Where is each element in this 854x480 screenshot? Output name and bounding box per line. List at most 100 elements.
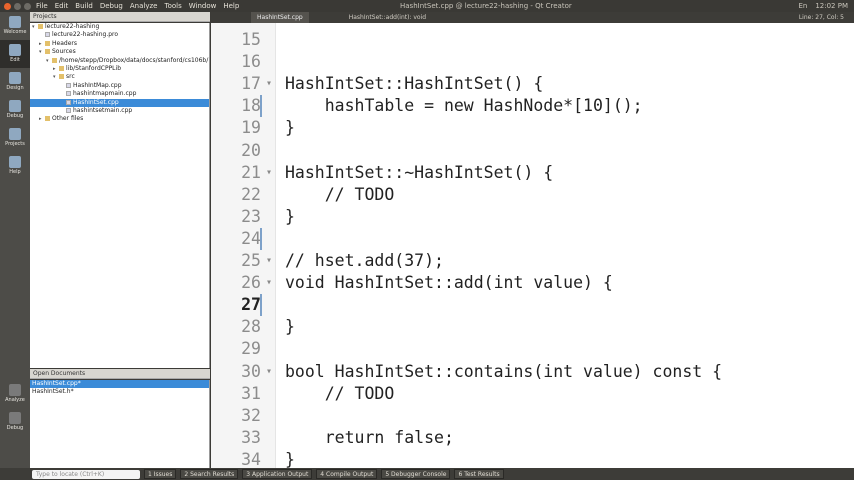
code-line[interactable]: 29 bbox=[211, 338, 854, 360]
output-pane-button[interactable]: 3 Application Output bbox=[242, 469, 313, 479]
line-number: 24 bbox=[241, 228, 261, 248]
fold-toggle-icon[interactable]: ▾ bbox=[266, 162, 272, 184]
run-debug-button[interactable]: Debug bbox=[0, 408, 30, 436]
projects-pane-header[interactable]: Projects bbox=[30, 12, 210, 22]
fold-toggle-icon[interactable]: ▾ bbox=[266, 250, 272, 272]
code-line[interactable]: 21 ▾ HashIntSet::~HashIntSet() { bbox=[211, 162, 854, 184]
code-text: // hset.add(37); bbox=[285, 251, 444, 270]
minimize-window-button[interactable] bbox=[14, 2, 21, 10]
tree-item-label: src bbox=[66, 73, 75, 81]
function-selector[interactable]: HashIntSet::add(int): void bbox=[349, 14, 426, 21]
code-line[interactable]: 34} bbox=[211, 449, 854, 468]
line-number: 32 bbox=[241, 405, 261, 425]
fold-toggle-icon[interactable]: ▾ bbox=[266, 73, 272, 95]
code-text: return false; bbox=[285, 427, 454, 447]
code-line[interactable]: 23} bbox=[211, 206, 854, 228]
keyboard-layout-indicator[interactable]: En bbox=[798, 2, 807, 10]
code-line[interactable]: 33 return false; bbox=[211, 427, 854, 449]
line-number: 20 bbox=[241, 140, 261, 160]
folder-icon bbox=[59, 65, 64, 71]
change-marker bbox=[260, 227, 262, 250]
tree-item[interactable]: HashIntMap.cpp bbox=[30, 82, 209, 90]
output-pane-button[interactable]: 4 Compile Output bbox=[316, 469, 378, 479]
code-editor[interactable]: 15 16 17 ▾ HashIntSet::HashIntSet() {18 hash… bbox=[211, 23, 854, 468]
open-documents-header[interactable]: Open Documents bbox=[30, 369, 210, 379]
code-line[interactable]: 20 bbox=[211, 140, 854, 162]
line-number: 17 bbox=[241, 74, 261, 94]
open-document-item[interactable]: HashIntSet.cpp* bbox=[30, 380, 209, 388]
open-document-item[interactable]: HashIntSet.h* bbox=[30, 388, 209, 396]
mode-projects[interactable]: Projects bbox=[0, 124, 30, 152]
code-line[interactable]: 17 ▾ HashIntSet::HashIntSet() { bbox=[211, 73, 854, 95]
tree-item-label: hashintsetmain.cpp bbox=[73, 106, 133, 114]
fold-toggle-icon[interactable]: ▾ bbox=[266, 272, 272, 294]
mode-welcome[interactable]: Welcome bbox=[0, 12, 30, 40]
tree-item[interactable]: lecture22-hashing.pro bbox=[30, 31, 209, 39]
tree-item[interactable]: hashintmapmain.cpp bbox=[30, 90, 209, 98]
change-marker bbox=[260, 294, 262, 317]
code-line[interactable]: 32 bbox=[211, 405, 854, 427]
code-line[interactable]: 25 ▾ // hset.add(37); bbox=[211, 250, 854, 272]
maximize-window-button[interactable] bbox=[24, 2, 31, 10]
menu-edit[interactable]: Edit bbox=[55, 2, 69, 10]
mode-label: Welcome bbox=[3, 29, 27, 35]
code-line[interactable]: 31 // TODO bbox=[211, 383, 854, 405]
mode-label: Debug bbox=[6, 425, 24, 431]
tree-item[interactable]: ▾ lecture22-hashing bbox=[30, 23, 209, 31]
menu-items: File Edit Build Debug Analyze Tools Window Help bbox=[36, 2, 239, 10]
output-pane-button[interactable]: 6 Test Results bbox=[454, 469, 504, 479]
menu-analyze[interactable]: Analyze bbox=[130, 2, 158, 10]
menu-help[interactable]: Help bbox=[223, 2, 239, 10]
line-number: 31 bbox=[241, 383, 261, 403]
menu-file[interactable]: File bbox=[36, 2, 48, 10]
line-number: 26 bbox=[241, 273, 261, 293]
code-line[interactable]: 27 bbox=[211, 294, 854, 317]
line-number: 23 bbox=[241, 206, 261, 226]
window-controls bbox=[0, 2, 36, 10]
menu-tools[interactable]: Tools bbox=[164, 2, 181, 10]
editor-file-tab[interactable]: HashIntSet.cpp bbox=[251, 12, 309, 23]
code-line[interactable]: 22 // TODO bbox=[211, 184, 854, 206]
code-line[interactable]: 19} bbox=[211, 117, 854, 139]
tree-item[interactable]: ▾ Sources bbox=[30, 48, 209, 56]
run-analyze-button[interactable]: Analyze bbox=[0, 380, 30, 408]
code-line[interactable]: 26 ▾ void HashIntSet::add(int value) { bbox=[211, 272, 854, 294]
mode-help[interactable]: Help bbox=[0, 152, 30, 180]
menu-build[interactable]: Build bbox=[75, 2, 93, 10]
line-number: 30 bbox=[241, 361, 261, 381]
code-line[interactable]: 24 bbox=[211, 227, 854, 250]
tree-item-label: lecture22-hashing.pro bbox=[52, 31, 119, 39]
folder-icon bbox=[45, 116, 50, 122]
code-line[interactable]: 30 ▾ bool HashIntSet::contains(int value) … bbox=[211, 361, 854, 383]
tree-item[interactable]: ▾ src bbox=[30, 73, 209, 81]
code-text: hashTable = new HashNode*[10](); bbox=[285, 96, 643, 116]
output-pane-button[interactable]: 1 Issues bbox=[144, 469, 177, 479]
tree-item-label: Other files bbox=[52, 115, 84, 123]
tree-item[interactable]: ▸ Other files bbox=[30, 115, 209, 123]
output-pane-button[interactable]: 5 Debugger Console bbox=[381, 469, 451, 479]
clock[interactable]: 12:02 PM bbox=[815, 2, 848, 10]
line-number: 18 bbox=[241, 96, 261, 116]
tree-item-label: Headers bbox=[52, 39, 77, 47]
code-text: HashIntSet::~HashIntSet() { bbox=[285, 162, 554, 182]
tree-item[interactable]: ▸ lib/StanfordCPPLib bbox=[30, 65, 209, 73]
menu-window[interactable]: Window bbox=[189, 2, 217, 10]
mode-debug[interactable]: Debug bbox=[0, 96, 30, 124]
tree-item[interactable]: hashintsetmain.cpp bbox=[30, 107, 209, 115]
projects-tree: ▾ lecture22-hashing lecture22-hashing.pro ▸… bbox=[30, 23, 210, 368]
locator-search-input[interactable]: Type to locate (Ctrl+K) bbox=[32, 469, 140, 479]
fold-toggle-icon[interactable]: ▾ bbox=[266, 361, 272, 383]
menu-debug[interactable]: Debug bbox=[100, 2, 123, 10]
tree-item[interactable]: HashIntSet.cpp bbox=[30, 98, 209, 107]
close-window-button[interactable] bbox=[4, 2, 11, 10]
line-number: 19 bbox=[241, 118, 261, 138]
code-line[interactable]: 18 hashTable = new HashNode*[10](); bbox=[211, 95, 854, 118]
mode-design[interactable]: Design bbox=[0, 68, 30, 96]
tree-item[interactable]: ▸ Headers bbox=[30, 40, 209, 48]
output-pane-button[interactable]: 2 Search Results bbox=[180, 469, 239, 479]
tree-item[interactable]: ▾/home/stepp/Dropbox/data/docs/stanford/… bbox=[30, 57, 209, 65]
code-line[interactable]: 16 bbox=[211, 51, 854, 73]
code-line[interactable]: 28} bbox=[211, 316, 854, 338]
code-line[interactable]: 15 bbox=[211, 29, 854, 51]
mode-edit[interactable]: Edit bbox=[0, 40, 30, 68]
